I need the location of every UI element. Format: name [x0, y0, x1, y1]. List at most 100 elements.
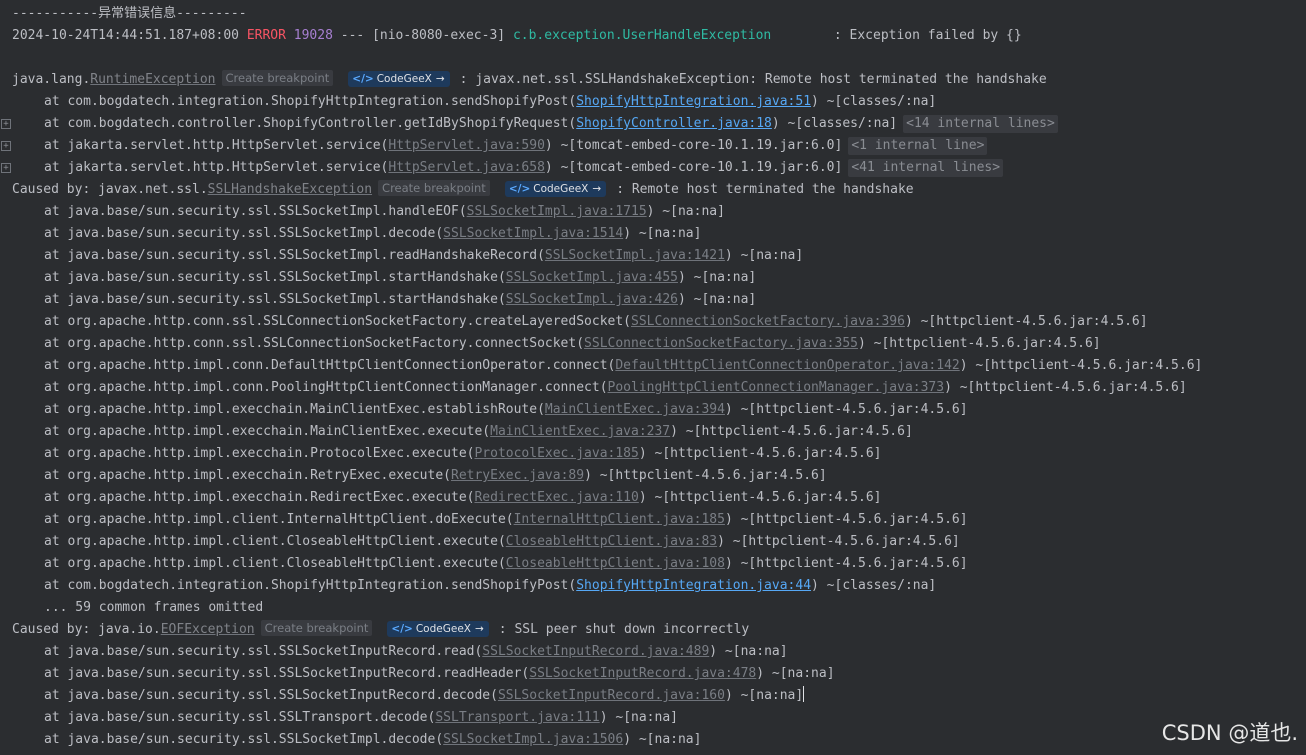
stack-frame: at org.apache.http.impl.execchain.MainCl…	[0, 399, 1306, 421]
codegeex-icon: </>	[391, 623, 413, 635]
exception-class-name[interactable]: RuntimeException	[90, 72, 215, 87]
source-link[interactable]: InternalHttpClient.java:185	[514, 512, 725, 527]
codegeex-label: CodeGeeX	[376, 73, 432, 85]
source-link[interactable]: SSLSocketInputRecord.java:489	[482, 644, 709, 659]
source-link[interactable]: SSLSocketImpl.java:455	[506, 270, 678, 285]
frame-location: ) ~[httpclient-4.5.6.jar:4.5.6]	[717, 534, 960, 549]
frame-location: ) ~[classes/:na]	[771, 116, 898, 131]
codegeex-button[interactable]: </> CodeGeeX →	[387, 621, 489, 637]
stack-frame: at java.base/sun.security.ssl.SSLSocketI…	[0, 289, 1306, 311]
header-line: -----------异常错误信息---------	[0, 3, 1306, 25]
source-link[interactable]: SSLSocketImpl.java:1514	[443, 226, 623, 241]
frame-location: ) ~[na:na]	[677, 292, 757, 307]
frame-method: at org.apache.http.impl.execchain.Redire…	[44, 490, 475, 505]
frame-method: at java.base/sun.security.ssl.SSLSocketI…	[44, 644, 483, 659]
internal-lines-toggle[interactable]: <14 internal lines>	[903, 115, 1058, 133]
log-timestamp: 2024-10-24T14:44:51.187+08:00	[12, 28, 239, 43]
watermark: CSDN @道也.	[1161, 721, 1298, 745]
source-link[interactable]: ProtocolExec.java:185	[474, 446, 638, 461]
frame-method: at com.bogdatech.controller.ShopifyContr…	[44, 116, 577, 131]
frame-location: ) ~[httpclient-4.5.6.jar:4.5.6]	[638, 446, 882, 461]
exception-class-name[interactable]: SSLHandshakeException	[208, 182, 372, 197]
source-link[interactable]: SSLTransport.java:111	[435, 710, 599, 725]
codegeex-label: CodeGeeX	[533, 183, 589, 195]
create-breakpoint-button[interactable]: Create breakpoint	[221, 70, 334, 86]
expand-icon[interactable]: +	[1, 119, 11, 129]
source-link[interactable]: PoolingHttpClientConnectionManager.java:…	[608, 380, 945, 395]
stack-frame: at org.apache.http.impl.execchain.RetryE…	[0, 465, 1306, 487]
source-link[interactable]: SSLSocketInputRecord.java:160	[498, 688, 725, 703]
internal-lines-toggle[interactable]: <41 internal lines>	[848, 159, 1004, 177]
codegeex-icon: </>	[352, 73, 374, 85]
expand-icon[interactable]: +	[1, 163, 11, 173]
frame-location: ) ~[httpclient-4.5.6.jar:4.5.6]	[944, 380, 1187, 395]
stack-frame: at com.bogdatech.integration.ShopifyHttp…	[0, 575, 1306, 597]
frame-method: at org.apache.http.impl.execchain.MainCl…	[44, 424, 491, 439]
stack-trace: java.lang.RuntimeException Create breakpo…	[0, 69, 1306, 751]
text-cursor	[803, 686, 805, 702]
stack-frame: at java.base/sun.security.ssl.SSLSocketI…	[0, 729, 1306, 751]
codegeex-button[interactable]: </> CodeGeeX →	[504, 181, 607, 197]
stack-frame: at java.base/sun.security.ssl.SSLSocketI…	[0, 663, 1306, 685]
source-link[interactable]: ShopifyHttpIntegration.java:44	[576, 578, 811, 593]
source-link[interactable]: RedirectExec.java:110	[474, 490, 638, 505]
codegeex-label: CodeGeeX	[415, 623, 471, 635]
source-link[interactable]: HttpServlet.java:658	[388, 160, 545, 175]
frame-location: ) ~[na:na]	[599, 710, 678, 725]
console-output[interactable]: -----------异常错误信息--------- 2024-10-24T14…	[0, 0, 1306, 751]
stack-frame: at org.apache.http.impl.client.InternalH…	[0, 509, 1306, 531]
frame-method: at org.apache.http.conn.ssl.SSLConnectio…	[44, 336, 585, 351]
source-link[interactable]: HttpServlet.java:590	[388, 138, 545, 153]
frame-method: at org.apache.http.conn.ssl.SSLConnectio…	[44, 314, 631, 329]
source-link[interactable]: ShopifyController.java:18	[576, 116, 772, 131]
create-breakpoint-button[interactable]: Create breakpoint	[378, 180, 490, 196]
internal-lines-toggle[interactable]: <1 internal line>	[848, 137, 988, 155]
source-link[interactable]: DefaultHttpClientConnectionOperator.java…	[615, 358, 959, 373]
source-link[interactable]: SSLSocketImpl.java:1421	[545, 248, 725, 263]
codegeex-button[interactable]: </> CodeGeeX →	[348, 71, 450, 87]
frame-method: at org.apache.http.impl.execchain.MainCl…	[44, 402, 545, 417]
source-link[interactable]: SSLConnectionSocketFactory.java:355	[584, 336, 858, 351]
frame-location: ) ~[classes/:na]	[811, 578, 937, 593]
frame-location: ) ~[httpclient-4.5.6.jar:4.5.6]	[724, 402, 968, 417]
source-link[interactable]: SSLConnectionSocketFactory.java:396	[631, 314, 905, 329]
exception-message: : Remote host terminated the handshake	[616, 182, 914, 197]
stack-frame: at org.apache.http.impl.client.Closeable…	[0, 531, 1306, 553]
source-link[interactable]: SSLSocketInputRecord.java:478	[529, 666, 756, 681]
log-pid: 19028	[293, 28, 333, 43]
source-link[interactable]: MainClientExec.java:394	[545, 402, 725, 417]
header-text: -----------异常错误信息---------	[12, 6, 247, 21]
frame-method: at java.base/sun.security.ssl.SSLSocketI…	[44, 292, 506, 307]
frame-method: at org.apache.http.impl.client.Closeable…	[44, 534, 506, 549]
source-link[interactable]: SSLSocketImpl.java:1715	[467, 204, 647, 219]
frame-location: ) ~[httpclient-4.5.6.jar:4.5.6]	[724, 512, 968, 527]
log-line: 2024-10-24T14:44:51.187+08:00 ERROR 1902…	[0, 25, 1306, 47]
log-level: ERROR	[246, 28, 286, 43]
frame-method: at java.base/sun.security.ssl.SSLTranspo…	[44, 710, 436, 725]
stack-frame: at java.base/sun.security.ssl.SSLSocketI…	[0, 641, 1306, 663]
frame-location: ) ~[na:na]	[756, 666, 835, 681]
frame-method: at org.apache.http.impl.conn.DefaultHttp…	[44, 358, 616, 373]
frame-location: ) ~[na:na]	[724, 248, 804, 263]
source-link[interactable]: ShopifyHttpIntegration.java:51	[576, 94, 811, 109]
frame-location: ) ~[httpclient-4.5.6.jar:4.5.6]	[724, 556, 968, 571]
frame-location: ) ~[classes/:na]	[811, 94, 937, 109]
frame-method: at com.bogdatech.integration.ShopifyHttp…	[44, 94, 577, 109]
frame-method: at java.base/sun.security.ssl.SSLSocketI…	[44, 204, 467, 219]
exception-class-name[interactable]: EOFException	[161, 622, 255, 637]
create-breakpoint-button[interactable]: Create breakpoint	[260, 620, 373, 636]
frame-location: ) ~[httpclient-4.5.6.jar:4.5.6]	[584, 468, 827, 483]
frame-method: at java.base/sun.security.ssl.SSLSocketI…	[44, 248, 545, 263]
source-link[interactable]: CloseableHttpClient.java:83	[506, 534, 717, 549]
source-link[interactable]: SSLSocketImpl.java:426	[506, 292, 678, 307]
source-link[interactable]: RetryExec.java:89	[451, 468, 584, 483]
source-link[interactable]: MainClientExec.java:237	[490, 424, 670, 439]
frame-method: at java.base/sun.security.ssl.SSLSocketI…	[44, 226, 444, 241]
arrow-right-icon: →	[474, 623, 484, 635]
expand-icon[interactable]: +	[1, 141, 11, 151]
source-link[interactable]: CloseableHttpClient.java:108	[506, 556, 725, 571]
frame-method: at java.base/sun.security.ssl.SSLSocketI…	[44, 666, 530, 681]
source-link[interactable]: SSLSocketImpl.java:1506	[443, 732, 623, 747]
frame-location: ) ~[na:na]	[709, 644, 788, 659]
omitted-frames: ... 59 common frames omitted	[0, 597, 1306, 619]
